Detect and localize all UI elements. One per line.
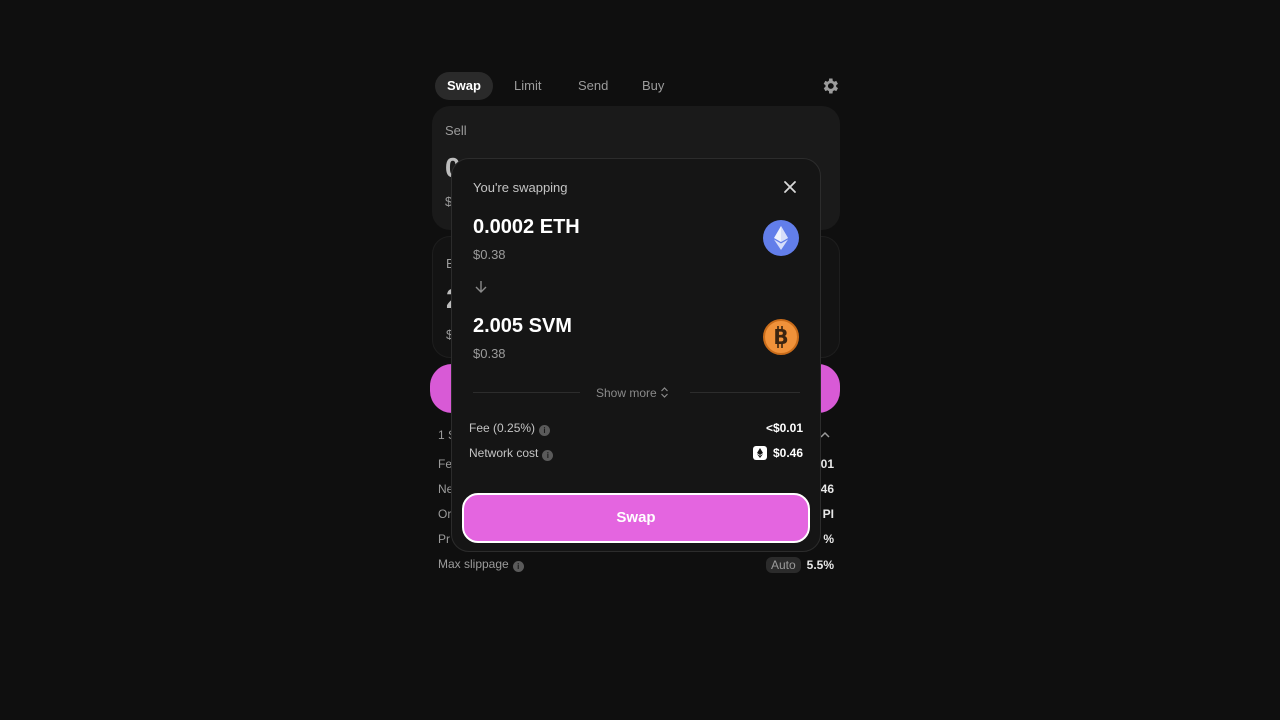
max-slippage-row: Max slippage i Auto 5.5% (438, 557, 834, 575)
gear-icon[interactable] (820, 76, 840, 96)
swap-confirm-modal: You're swapping 0.0002 ETH $0.38 2.005 S… (451, 158, 821, 552)
ethereum-icon (763, 220, 799, 256)
slippage-auto-pill[interactable]: Auto (765, 557, 801, 573)
network-cost-value: 46 (820, 482, 834, 496)
fee-label: Fee (0.25%) (469, 421, 536, 435)
max-slippage-label: Max slippage (438, 557, 509, 571)
price-impact-label: Pr (438, 532, 450, 546)
info-icon[interactable]: i (539, 425, 551, 436)
tab-swap[interactable]: Swap (435, 72, 493, 100)
divider-right (690, 392, 800, 393)
network-cost-value: $0.46 (772, 446, 803, 460)
from-amount: 0.0002 ETH (473, 216, 580, 238)
swap-tabs: Swap Limit Send Buy (435, 72, 840, 100)
fee-value: 01 (820, 457, 834, 471)
chevron-up-icon[interactable] (820, 430, 830, 440)
to-usd: $0.38 (473, 346, 506, 361)
arrow-down-icon (475, 281, 487, 293)
network-cost-row: Network cost i $0.46 (469, 446, 803, 464)
show-more-label: Show more (596, 386, 657, 400)
sell-label: Sell (445, 123, 467, 138)
close-icon[interactable] (782, 179, 798, 195)
tab-limit[interactable]: Limit (502, 72, 553, 100)
from-usd: $0.38 (473, 247, 506, 262)
bitcoin-icon: B (763, 319, 799, 355)
info-icon[interactable]: i (542, 450, 554, 461)
chevron-updown-icon (661, 387, 668, 398)
price-impact-value: % (823, 532, 834, 546)
network-cost-label: Network cost (469, 446, 539, 460)
tab-buy[interactable]: Buy (630, 72, 676, 100)
ethereum-network-icon (752, 446, 767, 460)
max-slippage-value: 5.5% (806, 558, 834, 572)
fee-row: Fee (0.25%) i <$0.01 (469, 421, 803, 439)
svg-text:B: B (773, 325, 788, 349)
to-amount: 2.005 SVM (473, 315, 572, 337)
order-routing-label: Or (438, 507, 452, 521)
show-more-toggle[interactable]: Show more (596, 386, 669, 400)
fee-value: <$0.01 (765, 421, 803, 435)
info-icon: i (512, 561, 524, 572)
divider-left (473, 392, 580, 393)
modal-title: You're swapping (473, 180, 568, 195)
confirm-swap-button[interactable]: Swap (462, 493, 810, 543)
fee-label: Fe (438, 457, 453, 471)
order-routing-value: PI (822, 507, 834, 521)
tab-send[interactable]: Send (566, 72, 620, 100)
